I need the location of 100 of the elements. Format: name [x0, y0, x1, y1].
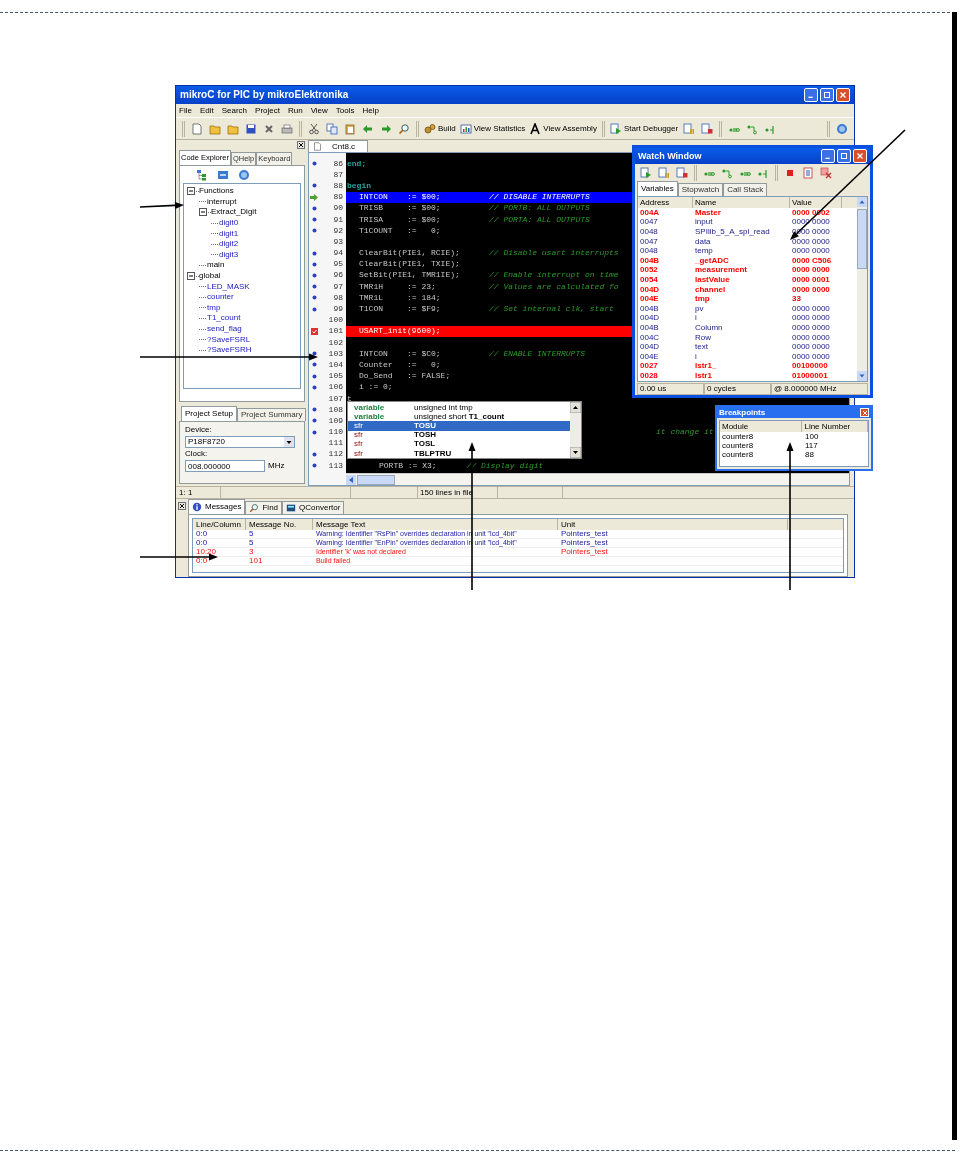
build-button[interactable]: Build: [422, 119, 458, 138]
up-arrow-icon[interactable]: [570, 402, 581, 413]
gears-icon[interactable]: [424, 122, 436, 135]
calculator-icon[interactable]: [286, 503, 297, 513]
table-cell-text: 0048: [639, 247, 659, 256]
magnifier-icon[interactable]: [249, 503, 260, 513]
table-cell-text: 0:0: [195, 557, 209, 565]
view-statistics-button[interactable]: View Statistics: [457, 119, 528, 138]
scrollbar-thumb[interactable]: [857, 209, 867, 269]
chart-icon[interactable]: [459, 122, 472, 135]
menu-item[interactable]: File: [179, 106, 192, 115]
tree-item[interactable]: ?SaveFSRH: [207, 346, 252, 355]
minimize-button[interactable]: [821, 149, 835, 163]
suggestion-item[interactable]: sfr TBLPTRU: [348, 448, 570, 459]
column-header[interactable]: Value: [790, 197, 842, 208]
menu-item[interactable]: Project: [255, 106, 280, 115]
suggestion-item[interactable]: sfr TOSU: [348, 421, 570, 431]
tree-item[interactable]: digit3: [219, 250, 239, 259]
collapse-icon[interactable]: [187, 187, 195, 196]
restore-button[interactable]: [820, 88, 834, 102]
line-number: 96: [333, 271, 344, 280]
suggestion-item[interactable]: sfr TOSL: [348, 439, 570, 449]
left-arrow-icon[interactable]: [348, 476, 354, 483]
menu-item[interactable]: Help: [362, 106, 379, 115]
tree-item[interactable]: main: [207, 261, 225, 270]
horizontal-scrollbar[interactable]: [346, 473, 849, 485]
column-header[interactable]: Message No.: [246, 519, 313, 530]
maximize-button[interactable]: [837, 149, 851, 163]
table-cell-text: 0000 0001: [791, 275, 831, 284]
tree-item[interactable]: digit2: [219, 240, 239, 249]
table-cell-text: 100: [804, 432, 820, 441]
tab[interactable]: Messages: [188, 499, 246, 514]
start-debugger-button[interactable]: Start Debugger: [607, 119, 681, 138]
vertical-scrollbar[interactable]: [570, 402, 581, 458]
code-text: T1COUNT := 0;: [359, 226, 441, 235]
tab[interactable]: QConvertor: [282, 501, 345, 514]
table-cell-text: counter8: [721, 441, 755, 450]
table-cell-text: Pointers_test: [560, 530, 609, 538]
suggestion-item[interactable]: sfr TOSH: [348, 430, 570, 440]
tree-item[interactable]: Functions: [199, 187, 234, 196]
tree-item[interactable]: interrupt: [207, 197, 237, 206]
tab[interactable]: Call Stack: [723, 183, 768, 196]
tree-item[interactable]: send_flag: [207, 325, 242, 333]
menu-item[interactable]: Edit: [199, 106, 214, 115]
column-header[interactable]: Unit: [558, 519, 788, 530]
line-number: 113: [328, 461, 344, 470]
arrow-icon: [310, 193, 318, 201]
tab[interactable]: Project Setup: [181, 406, 238, 421]
table-cell-text: 0000 C506: [791, 256, 833, 265]
tree-item[interactable]: ?SaveFSRL: [207, 335, 251, 344]
close-button[interactable]: [297, 141, 305, 149]
tree-item[interactable]: tmp: [207, 303, 221, 312]
table-cell-text: 004B: [639, 256, 661, 265]
column-header[interactable]: Module: [720, 421, 803, 432]
unit-label: MHz: [268, 462, 285, 470]
line-number: 111: [328, 439, 344, 448]
column-header[interactable]: Address: [638, 197, 693, 208]
column-header[interactable]: Name: [693, 197, 790, 208]
view-assembly-button[interactable]: View Assembly: [527, 119, 599, 138]
window-title: Breakpoints: [719, 408, 766, 417]
tab[interactable]: Variables: [637, 181, 678, 196]
menu-item[interactable]: Search: [221, 106, 248, 115]
scrollbar-thumb[interactable]: [357, 474, 395, 485]
vertical-scrollbar[interactable]: [857, 197, 867, 381]
tree-item[interactable]: counter: [207, 293, 234, 302]
code-text: TRISA := $00;: [359, 215, 442, 224]
tree-item[interactable]: global: [199, 272, 221, 281]
tree-item[interactable]: digit1: [219, 229, 239, 238]
tree-item[interactable]: T1_count: [207, 314, 241, 323]
device-dropdown[interactable]: P18F8720: [185, 436, 295, 448]
down-arrow-icon[interactable]: [570, 447, 581, 458]
debug-page-icon[interactable]: [609, 122, 622, 135]
tab[interactable]: Project Summary: [237, 408, 307, 421]
collapse-icon[interactable]: [187, 272, 195, 281]
menu-item[interactable]: View: [310, 106, 328, 115]
table-cell-text: 0054: [639, 275, 659, 284]
suggestion-item[interactable]: variable unsigned int tmp: [348, 403, 570, 413]
tab[interactable]: Stopwatch: [677, 183, 724, 196]
menu-item[interactable]: Tools: [335, 106, 355, 115]
info-icon[interactable]: [192, 502, 202, 512]
table-cell-text: temp: [694, 247, 714, 256]
suggestion-item[interactable]: variable unsigned short T1_count: [348, 412, 570, 422]
column-header[interactable]: Line Number: [802, 421, 868, 432]
clock-field[interactable]: 008.000000: [185, 460, 265, 472]
column-header[interactable]: Line/Column: [193, 519, 246, 530]
tab[interactable]: Find: [245, 501, 283, 514]
menu-item[interactable]: Run: [287, 106, 303, 115]
close-icon: [861, 409, 868, 416]
table-cell-text: 3: [248, 548, 255, 556]
tree-item[interactable]: LED_MASK: [207, 282, 250, 291]
minimize-button[interactable]: [804, 88, 818, 102]
table-cell-text: lastValue: [694, 275, 731, 284]
line-number: 100: [328, 316, 344, 325]
collapse-icon[interactable]: [199, 208, 207, 217]
table-cell-text: data: [694, 237, 712, 246]
tree-item[interactable]: digit0: [219, 219, 239, 228]
column-header[interactable]: Message Text: [313, 519, 558, 530]
close-button[interactable]: [178, 502, 186, 510]
tree-item[interactable]: Extract_Digit: [211, 208, 257, 217]
letter-a-icon[interactable]: [529, 122, 542, 135]
